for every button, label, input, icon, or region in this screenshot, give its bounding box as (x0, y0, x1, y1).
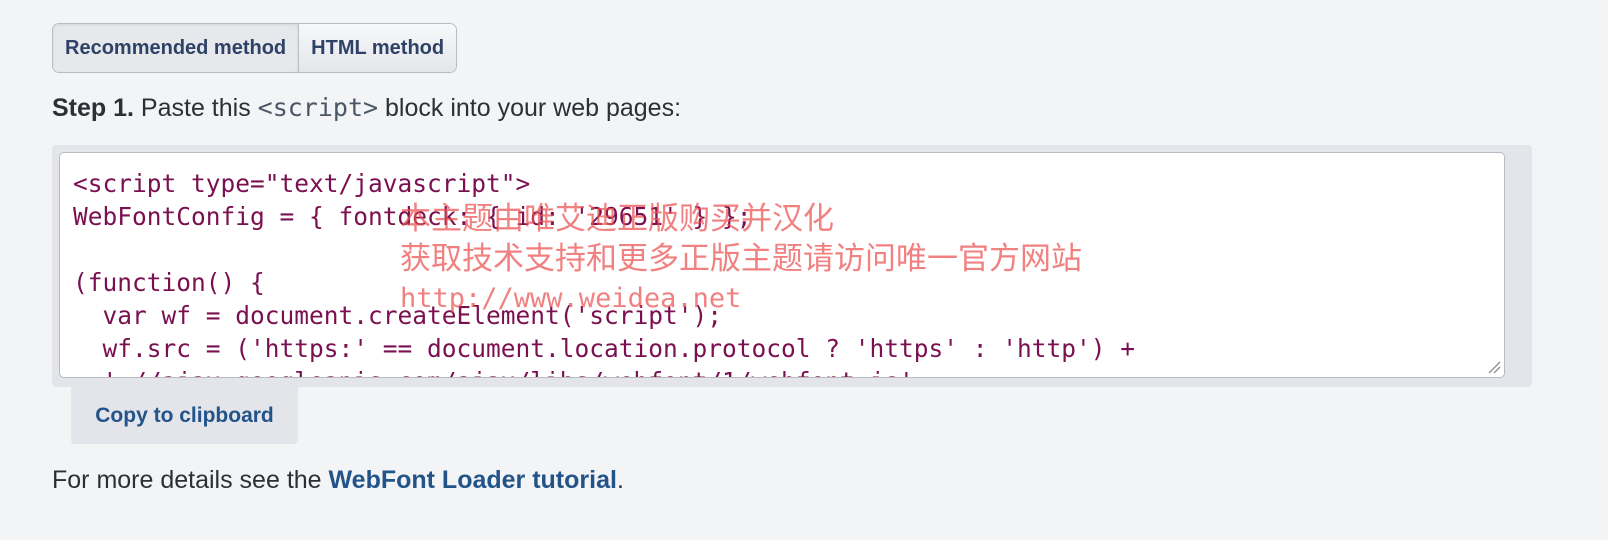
method-tabs: Recommended method HTML method (52, 23, 458, 73)
step-text-after: block into your web pages: (378, 94, 682, 122)
script-tag-code: <script> (257, 93, 379, 122)
webfont-loader-tutorial-link[interactable]: WebFont Loader tutorial (329, 466, 617, 494)
embed-code-textarea[interactable]: <script type="text/javascript"> WebFontC… (59, 152, 1505, 378)
embed-code-text[interactable]: <script type="text/javascript"> WebFontC… (60, 153, 1504, 377)
details-text: For more details see the WebFont Loader … (52, 462, 624, 498)
code-block-container: <script type="text/javascript"> WebFontC… (52, 145, 1532, 387)
step-text-before: Paste this (133, 94, 258, 122)
step-label: Step 1. (52, 94, 134, 122)
step-1-instruction: Step 1. Paste this <script> block into y… (52, 90, 681, 126)
resize-handle-icon[interactable] (1487, 360, 1501, 374)
details-text-after: . (616, 466, 624, 494)
tab-recommended-method[interactable]: Recommended method (53, 24, 299, 72)
copy-to-clipboard-button[interactable]: Copy to clipboard (71, 387, 298, 444)
tab-html-method[interactable]: HTML method (298, 24, 457, 72)
details-text-before: For more details see the (52, 466, 329, 494)
